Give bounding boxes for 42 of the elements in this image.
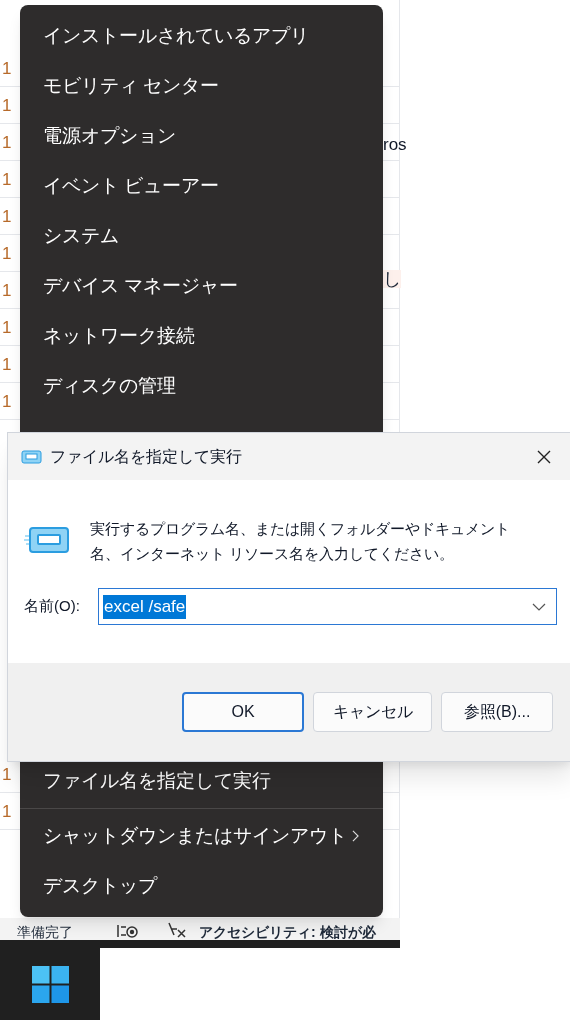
display-settings-icon[interactable] <box>117 923 139 939</box>
input-value: excel /safe <box>103 594 187 619</box>
start-button[interactable] <box>0 948 100 1020</box>
row-number: 1 <box>1 392 12 410</box>
windows-logo-icon <box>31 965 69 1003</box>
menu-item[interactable]: ネットワーク接続 <box>20 311 383 361</box>
close-icon[interactable] <box>536 448 552 465</box>
row-number: 1 <box>1 244 12 262</box>
menu-item[interactable]: デバイス マネージャー <box>20 261 383 311</box>
row-number: 1 <box>1 765 12 783</box>
menu-item[interactable]: 電源オプション <box>20 111 383 161</box>
dropdown-chevron-icon <box>532 602 546 611</box>
menu-item[interactable]: モビリティ センター <box>20 61 383 111</box>
menu-item[interactable]: イベント ビューアー <box>20 161 383 211</box>
dialog-message: 実行するプログラム名、または開くフォルダーやドキュメント名、インターネット リソース名を入力してください。 <box>90 519 511 564</box>
row-number: 1 <box>1 355 12 373</box>
row-number: 1 <box>1 802 12 820</box>
row-number: 1 <box>1 96 12 114</box>
run-icon <box>24 526 70 554</box>
run-icon <box>20 449 42 464</box>
menu-item[interactable]: ディスクの管理 <box>20 361 383 411</box>
cell-text: し <box>383 270 401 288</box>
dialog-button[interactable]: OK <box>182 692 304 732</box>
row-number: 1 <box>1 170 12 188</box>
row-number: 1 <box>1 59 12 77</box>
row-number: 1 <box>1 318 12 336</box>
dialog-title: ファイル名を指定して実行 <box>50 446 242 467</box>
menu-item[interactable]: デスクトップ <box>20 861 383 911</box>
menu-item[interactable]: シャットダウンまたはサインアウト <box>20 811 383 861</box>
cell-text: ros <box>383 136 407 153</box>
name-combo-box[interactable]: excel /safe <box>98 588 557 625</box>
row-number: 1 <box>1 133 12 151</box>
status-text: 準備完了 <box>17 925 73 939</box>
dialog-button[interactable]: キャンセル <box>313 692 432 732</box>
accessibility-status[interactable]: アクセシビリティ: 検討が必 <box>199 925 376 939</box>
menu-item[interactable]: システム <box>20 211 383 261</box>
row-number: 1 <box>1 281 12 299</box>
dialog-button[interactable]: 参照(B)... <box>441 692 553 732</box>
menu-item[interactable]: インストールされているアプリ <box>20 11 383 61</box>
accessibility-icon[interactable] <box>167 921 187 939</box>
row-number: 1 <box>1 207 12 225</box>
name-label: 名前(O): <box>24 596 81 617</box>
